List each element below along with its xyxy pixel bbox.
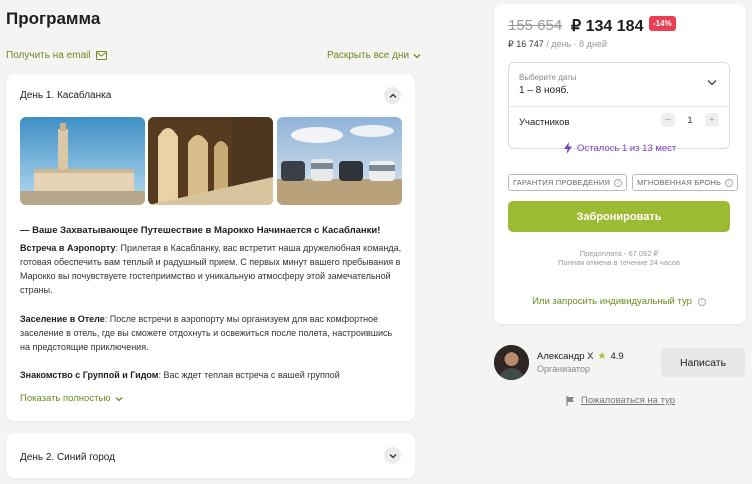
chevron-down-icon (389, 453, 396, 458)
divider (509, 106, 729, 107)
chevron-down-icon[interactable] (707, 79, 717, 86)
new-price: ₽ 134 184 (571, 18, 644, 35)
instant-booking-badge[interactable]: МГНОВЕННАЯ БРОНЬ i (632, 174, 739, 191)
per-day-amount: ₽ 16 747 (508, 39, 544, 49)
cancellation-text: Полная отмена в течение 24 часов (558, 258, 680, 267)
day-title[interactable]: День 2. Синий город (20, 452, 115, 463)
mail-icon (95, 51, 107, 60)
instant-booking-label: МГНОВЕННАЯ БРОНЬ (637, 178, 722, 187)
seats-left-text: Осталось 1 из 13 мест (577, 142, 677, 154)
seats-left: Осталось 1 из 13 мест (564, 142, 676, 154)
collapse-day-button[interactable] (384, 87, 401, 104)
request-individual-tour-label: Или запросить индивидуальный тур (532, 296, 692, 307)
day-title[interactable]: День 1. Касабланка (20, 90, 111, 101)
expand-day-button[interactable] (384, 447, 401, 464)
paragraph-text: : Вас ждет теплая встреча с вашей группо… (158, 370, 340, 380)
paragraph-hotel: Заселение в Отеле: После встречи в аэроп… (20, 312, 404, 354)
email-link[interactable]: Получить на email (6, 50, 107, 61)
show-more-link[interactable]: Показать полностью (20, 393, 123, 404)
chevron-down-icon (413, 53, 421, 58)
decrement-button[interactable]: − (661, 113, 675, 127)
organizer-name[interactable]: Александр Х ★ 4.9 (537, 351, 624, 362)
dash-icon: — (20, 225, 33, 236)
booking-options: Выберите даты 1 – 8 нояб. Участников − 1… (508, 62, 730, 149)
show-more-label: Показать полностью (20, 393, 111, 404)
lightning-icon (564, 142, 572, 154)
booking-card: 155 654 ₽ 134 184 -14% ₽ 16 747 / день ·… (494, 4, 746, 324)
badges-row: ГАРАНТИЯ ПРОВЕДЕНИЯ i МГНОВЕННАЯ БРОНЬ i (508, 174, 739, 191)
increment-button[interactable]: + (705, 113, 719, 127)
per-day-suffix: / день · 8 дней (543, 39, 607, 49)
organizer-name-text: Александр Х (537, 351, 594, 362)
flag-icon (566, 395, 574, 406)
paragraph-title: Встреча в Аэропорту (20, 243, 116, 253)
info-icon[interactable]: i (614, 178, 623, 187)
photo-mosque[interactable] (20, 117, 145, 205)
write-button[interactable]: Написать (661, 348, 745, 377)
expand-all-days-label: Раскрыть все дни (327, 50, 410, 61)
email-link-label: Получить на email (6, 50, 91, 61)
paragraph-title: Знакомство с Группой и Гидом (20, 370, 159, 380)
participants-value: 1 (687, 114, 693, 126)
paragraph-airport: Встреча в Аэропорту: Прилетая в Касаблан… (20, 241, 404, 297)
organizer-rating: 4.9 (610, 351, 624, 362)
report-tour-link[interactable]: Пожаловаться на тур (566, 395, 675, 406)
participants-stepper: − 1 + (661, 113, 719, 127)
program-title: Программа (6, 9, 101, 28)
participants-label: Участников (519, 117, 570, 128)
book-button[interactable]: Забронировать (508, 201, 730, 232)
date-select-label: Выберите даты (519, 73, 577, 82)
day-card-1: День 1. Касабланка — Ваше Захватывающее … (6, 74, 415, 421)
guarantee-badge-label: ГАРАНТИЯ ПРОВЕДЕНИЯ (513, 178, 611, 187)
guarantee-badge[interactable]: ГАРАНТИЯ ПРОВЕДЕНИЯ i (508, 174, 628, 191)
request-individual-tour-link[interactable]: Или запросить индивидуальный тур i (508, 296, 730, 307)
organizer-role: Организатор (537, 364, 591, 374)
avatar[interactable] (494, 345, 529, 380)
paragraph-group: Знакомство с Группой и Гидом: Вас ждет т… (20, 368, 404, 382)
trip-heading: — Ваше Захватывающее Путешествие в Марок… (20, 225, 380, 236)
info-icon[interactable]: i (725, 178, 734, 187)
chevron-up-icon (389, 93, 396, 98)
day-card-2[interactable]: День 2. Синий город (6, 433, 415, 478)
photo-arches[interactable] (148, 117, 273, 205)
trip-heading-text: Ваше Захватывающее Путешествие в Марокко… (32, 225, 381, 236)
star-icon: ★ (597, 351, 607, 362)
date-select-value[interactable]: 1 – 8 нояб. (519, 85, 569, 96)
report-tour-label: Пожаловаться на тур (581, 395, 675, 406)
info-icon[interactable]: i (697, 297, 706, 306)
discount-badge: -14% (649, 16, 676, 31)
photo-vans[interactable] (277, 117, 402, 205)
old-price: 155 654 (508, 17, 563, 34)
paragraph-title: Заселение в Отеле (20, 314, 105, 324)
per-day-price: ₽ 16 747 / день · 8 дней (508, 39, 607, 50)
expand-all-days-link[interactable]: Раскрыть все дни (327, 50, 421, 61)
chevron-down-icon (115, 396, 122, 401)
